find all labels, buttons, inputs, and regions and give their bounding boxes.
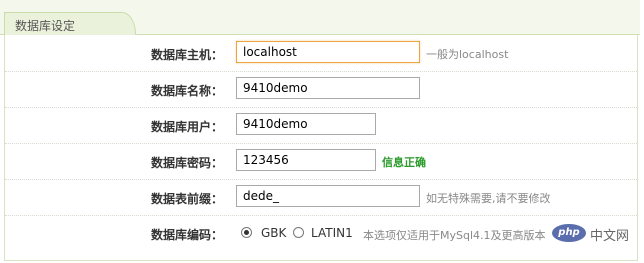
host-input[interactable] [236, 41, 420, 63]
user-row: 数据库用户： [5, 107, 637, 144]
charset-latin1-label[interactable]: LATIN1 [311, 226, 353, 240]
charset-latin1-radio[interactable] [293, 227, 304, 238]
pass-row: 数据库密码： 信息正确 [5, 143, 637, 180]
section-tab: 数据库设定 [4, 12, 136, 35]
watermark-text: 中文网 [590, 229, 630, 244]
dbpass-input[interactable] [236, 149, 376, 171]
user-label: 数据库用户： [150, 120, 223, 134]
name-row: 数据库名称： [5, 71, 637, 108]
charset-gbk-label[interactable]: GBK [261, 226, 286, 240]
charset-gbk-radio[interactable] [241, 227, 252, 238]
prefix-label: 数据表前缀： [150, 192, 223, 206]
dbname-input[interactable] [236, 77, 420, 99]
section-title: 数据库设定 [15, 19, 76, 33]
name-label: 数据库名称： [150, 84, 223, 98]
pass-label: 数据库密码： [150, 156, 223, 170]
dbuser-input[interactable] [236, 113, 376, 135]
prefix-input[interactable] [236, 185, 420, 207]
tab-strip: 数据库设定 [0, 0, 640, 35]
form-panel: 数据库主机： 一般为localhost 数据库名称： 数据库用户： 数据库密码：… [4, 35, 638, 261]
host-hint: 一般为localhost [426, 48, 509, 61]
php-logo: php [552, 224, 586, 242]
pass-status: 信息正确 [382, 156, 426, 169]
charset-hint: 本选项仅适用于MySql4.1及更高版本 [363, 229, 546, 242]
charset-row: 数据库编码： GBK LATIN1 本选项仅适用于MySql4.1及更高版本 [5, 215, 637, 251]
site-watermark: php 中文网 [552, 222, 640, 244]
charset-label: 数据库编码： [150, 228, 223, 242]
host-row: 数据库主机： 一般为localhost [5, 35, 637, 72]
prefix-hint: 如无特殊需要,请不要修改 [426, 192, 551, 205]
prefix-row: 数据表前缀： 如无特殊需要,请不要修改 [5, 179, 637, 216]
host-label: 数据库主机： [150, 48, 223, 62]
install-form: 数据库设定 数据库主机： 一般为localhost 数据库名称： 数据库用户： … [0, 0, 640, 261]
